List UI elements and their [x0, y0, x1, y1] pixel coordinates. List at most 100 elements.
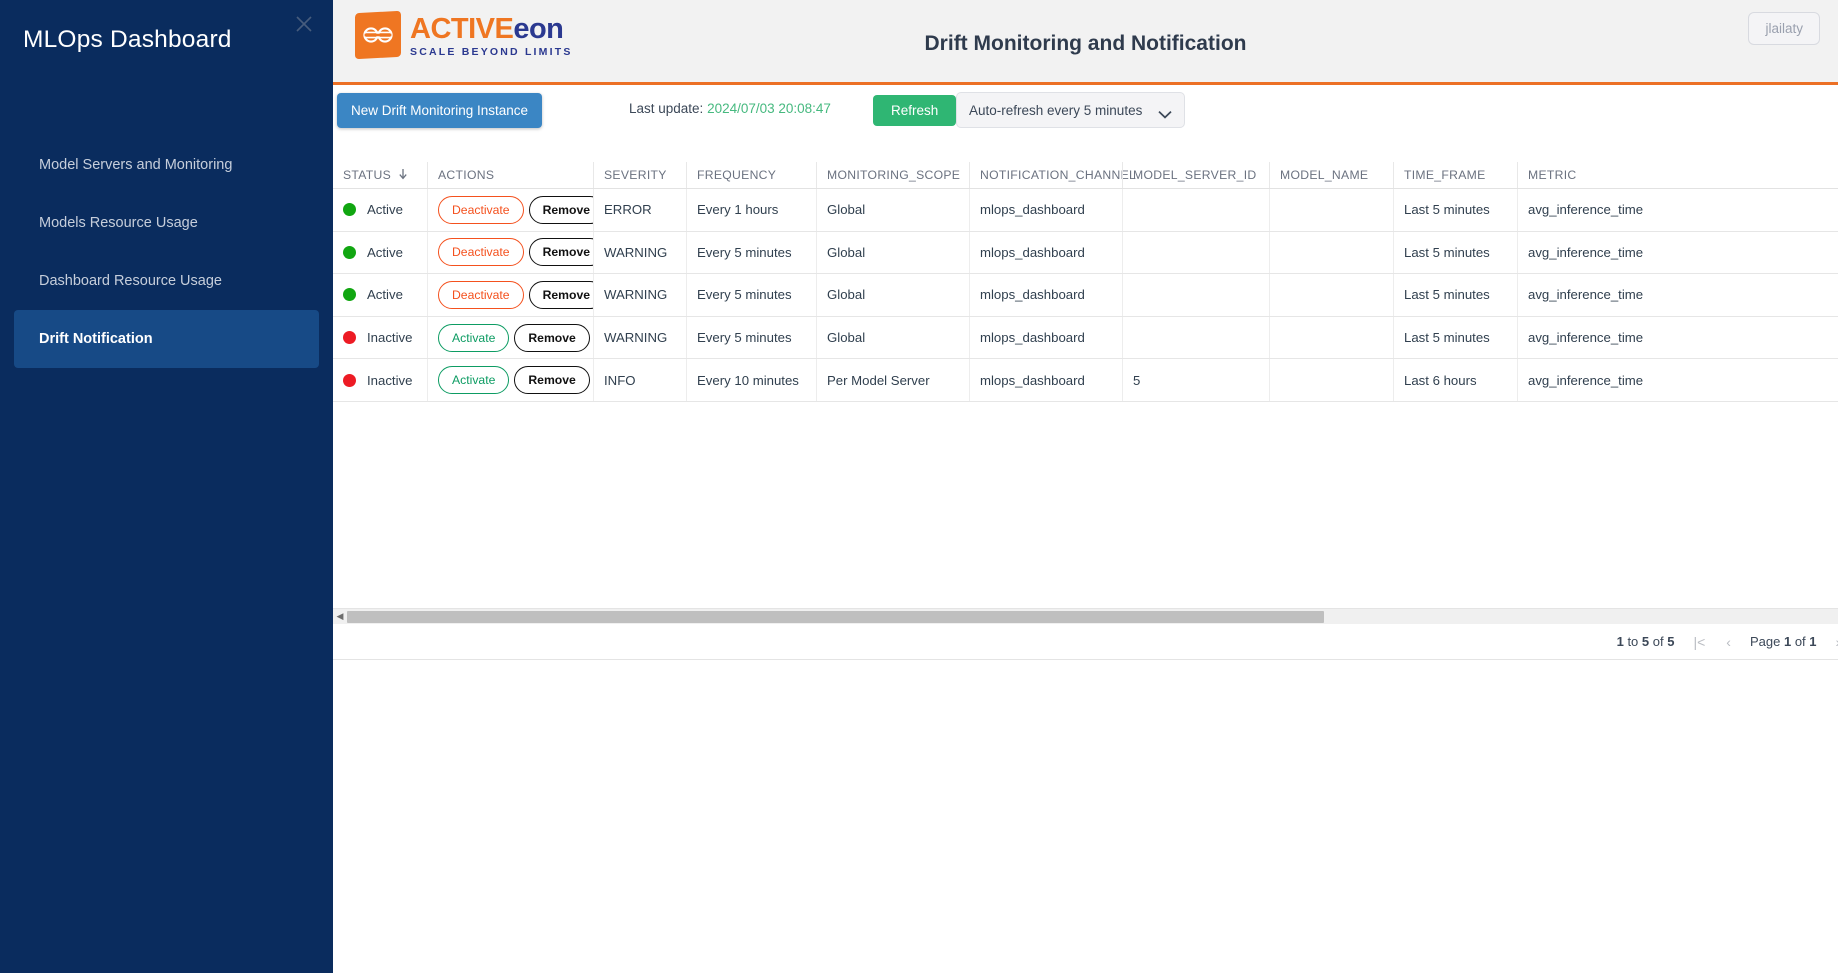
column-header-actions[interactable]: ACTIONS	[427, 162, 593, 188]
auto-refresh-select[interactable]: Auto-refresh every 5 minutes	[956, 92, 1185, 128]
chevron-down-icon	[1158, 106, 1172, 119]
table-row[interactable]: Active Deactivate Remove WARNING Every 5…	[333, 231, 1838, 275]
cell-monitoring-scope: Global	[816, 274, 969, 316]
logo-word-secondary: eon	[513, 13, 564, 46]
activeeon-logo: ACTIVEeon SCALE BEYOND LIMITS	[355, 10, 573, 60]
remove-button[interactable]: Remove	[514, 366, 590, 395]
cell-time-frame: Last 5 minutes	[1393, 274, 1517, 316]
range-of-label: of	[1652, 634, 1664, 649]
deactivate-button[interactable]: Deactivate	[438, 280, 524, 309]
drift-instances-table: STATUS ACTIONS SEVERITY FREQUENCY MONITO…	[333, 162, 1838, 402]
column-header-metric[interactable]: METRIC	[1517, 162, 1838, 188]
cell-model-name	[1269, 231, 1393, 274]
table-row[interactable]: Inactive Activate Remove WARNING Every 5…	[333, 316, 1838, 360]
table-row[interactable]: Inactive Activate Remove INFO Every 10 m…	[333, 359, 1838, 402]
column-header-model-server-id[interactable]: MODEL_SERVER_ID	[1122, 162, 1269, 188]
cell-model-server-id	[1122, 274, 1269, 316]
activeeon-infinity-logo-icon	[355, 10, 401, 60]
cell-actions: Deactivate Remove	[427, 274, 593, 316]
cell-notification-channel: mlops_dashboard	[969, 316, 1122, 359]
cell-severity: ERROR	[593, 189, 686, 231]
cell-status: Active	[333, 189, 427, 231]
user-menu-button[interactable]: jlailaty	[1748, 12, 1820, 45]
sidebar-item-model-servers-and-monitoring[interactable]: Model Servers and Monitoring	[14, 136, 319, 194]
deactivate-button[interactable]: Deactivate	[438, 238, 524, 267]
pagination-bar: 1 to 5 of 5 |< ‹ Page 1 of 1 › >|	[333, 624, 1838, 660]
cell-model-server-id	[1122, 231, 1269, 274]
new-drift-monitoring-instance-button[interactable]: New Drift Monitoring Instance	[337, 93, 543, 128]
row-range-summary: 1 to 5 of 5	[1617, 634, 1675, 649]
column-header-notification-channel[interactable]: NOTIFICATION_CHANNEL	[969, 162, 1136, 188]
cell-model-server-id	[1122, 189, 1269, 231]
app-root: MLOps Dashboard Model Servers and Monito…	[0, 0, 1838, 973]
scroll-left-icon[interactable]: ◀	[333, 611, 347, 622]
remove-button[interactable]: Remove	[514, 323, 590, 352]
cell-model-name	[1269, 189, 1393, 231]
cell-status: Inactive	[333, 317, 427, 359]
cell-notification-channel: mlops_dashboard	[969, 231, 1122, 274]
cell-model-server-id	[1122, 316, 1269, 359]
sidebar-nav: Model Servers and Monitoring Models Reso…	[0, 136, 333, 368]
sidebar-item-models-resource-usage[interactable]: Models Resource Usage	[14, 194, 319, 252]
range-to-label: to	[1627, 634, 1639, 649]
cell-time-frame: Last 5 minutes	[1393, 231, 1517, 274]
status-label: Active	[367, 202, 403, 218]
activate-button[interactable]: Activate	[438, 323, 510, 352]
first-page-button[interactable]: |<	[1691, 634, 1707, 650]
cell-severity: WARNING	[593, 274, 686, 316]
cell-notification-channel: mlops_dashboard	[969, 274, 1122, 316]
last-update-label: Last update:	[629, 101, 704, 116]
column-header-status[interactable]: STATUS	[333, 162, 427, 188]
cell-severity: WARNING	[593, 316, 686, 359]
status-label: Inactive	[367, 372, 413, 388]
sidebar-item-drift-notification[interactable]: Drift Notification	[14, 310, 319, 368]
column-header-frequency[interactable]: FREQUENCY	[686, 162, 816, 188]
remove-button[interactable]: Remove	[528, 238, 593, 267]
next-page-button[interactable]: ›	[1834, 634, 1838, 650]
deactivate-button[interactable]: Deactivate	[438, 195, 524, 224]
column-header-severity[interactable]: SEVERITY	[593, 162, 686, 188]
logo-tagline: SCALE BEYOND LIMITS	[410, 46, 573, 59]
sidebar-item-label: Drift Notification	[39, 331, 153, 347]
page-indicator: Page 1 of 1	[1750, 634, 1817, 649]
sidebar-title: MLOps Dashboard	[23, 26, 232, 53]
table-header-row: STATUS ACTIONS SEVERITY FREQUENCY MONITO…	[333, 162, 1838, 189]
toolbar: New Drift Monitoring Instance Last updat…	[333, 85, 1838, 162]
close-icon[interactable]	[293, 13, 315, 35]
table-horizontal-scrollbar[interactable]: ◀ ▶	[333, 608, 1838, 624]
table-row[interactable]: Active Deactivate Remove WARNING Every 5…	[333, 274, 1838, 317]
status-indicator-icon	[343, 203, 356, 217]
cell-metric: avg_inference_time	[1517, 189, 1838, 231]
column-header-monitoring-scope[interactable]: MONITORING_SCOPE	[816, 162, 969, 188]
scrollbar-track[interactable]	[347, 609, 1838, 625]
remove-button[interactable]: Remove	[528, 195, 593, 224]
column-header-model-name[interactable]: MODEL_NAME	[1269, 162, 1393, 188]
cell-metric: avg_inference_time	[1517, 274, 1838, 316]
cell-monitoring-scope: Global	[816, 316, 969, 359]
status-label: Active	[367, 287, 403, 303]
remove-button[interactable]: Remove	[528, 280, 593, 309]
status-indicator-icon	[343, 288, 356, 302]
refresh-button[interactable]: Refresh	[873, 95, 957, 126]
cell-monitoring-scope: Global	[816, 231, 969, 274]
column-header-time-frame[interactable]: TIME_FRAME	[1393, 162, 1517, 188]
cell-time-frame: Last 6 hours	[1393, 359, 1517, 401]
table-row[interactable]: Active Deactivate Remove ERROR Every 1 h…	[333, 189, 1838, 232]
scrollbar-thumb[interactable]	[347, 610, 1324, 623]
activate-button[interactable]: Activate	[438, 366, 510, 395]
status-indicator-icon	[343, 373, 356, 387]
cell-frequency: Every 1 hours	[686, 189, 816, 231]
page-label: Page	[1749, 634, 1781, 649]
sidebar-item-label: Dashboard Resource Usage	[39, 273, 222, 289]
cell-model-name	[1269, 359, 1393, 401]
cell-time-frame: Last 5 minutes	[1393, 316, 1517, 359]
range-to: 5	[1641, 634, 1650, 649]
cell-actions: Activate Remove	[427, 316, 593, 359]
page-current: 1	[1783, 634, 1792, 649]
range-from: 1	[1616, 634, 1624, 649]
column-header-label: STATUS	[343, 168, 392, 182]
sidebar-item-dashboard-resource-usage[interactable]: Dashboard Resource Usage	[14, 252, 319, 310]
sort-descending-icon	[398, 168, 408, 183]
cell-notification-channel: mlops_dashboard	[969, 189, 1122, 231]
previous-page-button[interactable]: ‹	[1724, 634, 1733, 650]
